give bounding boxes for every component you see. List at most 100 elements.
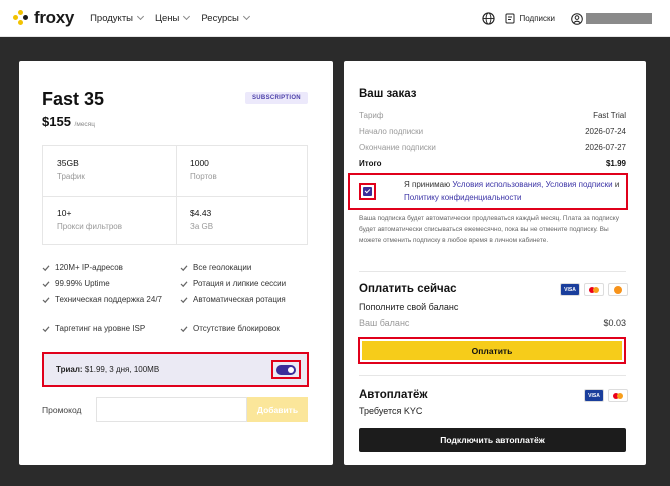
total-value: $1.99: [605, 159, 626, 168]
subscription-note: Ваша подписка будет автоматически продле…: [359, 215, 619, 244]
top-header: froxy Продукты Цены Ресурсы Подписки: [0, 0, 670, 37]
stat-ports: 1000 Портов: [190, 158, 217, 181]
order-row-total: Итого $1.99: [359, 159, 626, 168]
visa-icon: VISA: [560, 283, 580, 296]
terms-link[interactable]: Условия использования,: [452, 180, 543, 189]
froxy-logo[interactable]: froxy: [13, 8, 74, 28]
promo-input[interactable]: [96, 397, 247, 422]
stat-per-gb-label: За GB: [190, 222, 214, 231]
feature-item: 120M+ IP-адресов: [42, 262, 123, 274]
logo-mark-icon: [13, 10, 29, 26]
nav-products[interactable]: Продукты: [90, 12, 145, 24]
autopay-methods: VISA: [580, 389, 628, 402]
order-title: Ваш заказ: [359, 88, 417, 100]
mastercard-icon: [608, 389, 628, 402]
order-row-label: Начало подписки: [359, 127, 424, 136]
check-icon: [42, 297, 50, 304]
divider: [359, 271, 626, 272]
trial-toggle[interactable]: [276, 365, 296, 375]
pay-button[interactable]: Оплатить: [362, 341, 622, 360]
feature-item: Автоматическая ротация: [180, 294, 286, 306]
divider: [359, 375, 626, 376]
nav-prices-label: Цены: [155, 12, 180, 24]
order-card: Ваш заказ Тариф Fast Trial Начало подписк…: [344, 61, 646, 465]
chevron-down-icon: [242, 12, 250, 21]
topup-label[interactable]: Пополните свой баланс: [359, 302, 458, 312]
feature-item: Техническая поддержка 24/7: [42, 294, 162, 306]
pay-button-highlight: Оплатить: [358, 337, 626, 364]
check-icon: [42, 326, 50, 333]
plan-title: Fast 35: [42, 89, 105, 109]
connect-autopay-button[interactable]: Подключить автоплатёж: [359, 428, 626, 452]
check-icon: [180, 297, 188, 304]
accept-checkbox-highlight: [359, 183, 376, 200]
nav-resources-label: Ресурсы: [201, 12, 239, 24]
order-row-value: 2026-07-24: [585, 127, 626, 136]
nav-prices[interactable]: Цены: [155, 12, 191, 24]
feature-label: Ротация и липкие сессии: [193, 279, 287, 288]
payment-methods: VISA: [556, 283, 628, 296]
feature-label: Все геолокации: [193, 263, 252, 272]
chevron-down-icon: [183, 12, 191, 21]
globe-icon[interactable]: [481, 12, 495, 25]
feature-item: 99.99% Uptime: [42, 278, 110, 290]
accept-prefix: Я принимаю: [404, 180, 451, 189]
feature-item: Отсутствие блокировок: [180, 323, 280, 335]
accept-terms-text: Я принимаю Условия использования, Услови…: [404, 179, 622, 204]
check-icon: [180, 281, 188, 288]
balance-row: Ваш баланс $0.03: [359, 318, 626, 328]
visa-icon: VISA: [584, 389, 604, 402]
toggle-knob: [288, 367, 294, 373]
subscription-terms-link[interactable]: Условия подписки: [546, 180, 613, 189]
add-promo-button[interactable]: Добавить: [247, 397, 308, 422]
promo-label: Промокод: [42, 405, 82, 415]
plan-price: $155 /месяц: [42, 114, 95, 129]
user-menu[interactable]: [571, 12, 652, 25]
accept-checkbox[interactable]: [363, 187, 372, 196]
order-row-start: Начало подписки 2026-07-24: [359, 127, 626, 136]
feature-label: 120M+ IP-адресов: [55, 263, 123, 272]
subscription-badge: SUBSCRIPTION: [245, 92, 308, 104]
trial-toggle-highlight: [271, 360, 301, 379]
price-unit: /месяц: [74, 121, 95, 128]
check-icon: [42, 281, 50, 288]
trial-text: Триал: $1.99, 3 дня, 100MB: [56, 365, 159, 374]
stat-filters: 10+ Прокси фильтров: [57, 208, 122, 231]
plan-stats-grid: 35GB Трафик 1000 Портов 10+ Прокси фильт…: [42, 145, 308, 245]
stat-traffic-label: Трафик: [57, 172, 85, 181]
feature-label: Автоматическая ротация: [193, 295, 286, 304]
stat-filters-label: Прокси фильтров: [57, 222, 123, 231]
order-row-value: Fast Trial: [593, 111, 626, 120]
subscriptions-link[interactable]: Подписки: [505, 13, 555, 24]
kyc-required-text: Требуется KYC: [359, 406, 423, 416]
subscriptions-icon: [505, 13, 515, 24]
check-icon: [42, 265, 50, 272]
feature-label: 99.99% Uptime: [55, 279, 110, 288]
autopay-title: Автоплатёж: [359, 389, 428, 401]
nav-resources[interactable]: Ресурсы: [201, 12, 250, 24]
order-row-label: Тариф: [359, 111, 384, 120]
pay-now-title: Оплатить сейчас: [359, 283, 457, 295]
balance-label: Ваш баланс: [359, 318, 410, 328]
stat-traffic-value: 35GB: [57, 158, 79, 168]
trial-value: $1.99, 3 дня, 100MB: [84, 365, 160, 374]
privacy-link[interactable]: Политику конфиденциальности: [404, 193, 521, 202]
price-value: $155: [42, 114, 71, 129]
order-row-plan: Тариф Fast Trial: [359, 111, 626, 120]
order-row-end: Окончание подписки 2026-07-27: [359, 143, 626, 152]
feature-label: Отсутствие блокировок: [193, 324, 280, 333]
trial-row: Триал: $1.99, 3 дня, 100MB: [42, 352, 309, 387]
stat-ports-value: 1000: [190, 158, 209, 168]
check-icon: [180, 265, 188, 272]
chevron-down-icon: [136, 12, 145, 21]
logo-text: froxy: [34, 8, 75, 27]
plan-card: Fast 35 SUBSCRIPTION $155 /месяц 35GB Тр…: [19, 61, 333, 465]
and-word: и: [614, 180, 620, 189]
stat-filters-value: 10+: [57, 208, 72, 218]
stat-per-gb: $4.43 За GB: [190, 208, 213, 231]
subscriptions-label: Подписки: [519, 14, 555, 23]
feature-label: Техническая поддержка 24/7: [55, 295, 163, 304]
user-name-redacted: [586, 13, 652, 24]
order-row-value: 2026-07-27: [585, 143, 626, 152]
bitcoin-icon: [608, 283, 628, 296]
